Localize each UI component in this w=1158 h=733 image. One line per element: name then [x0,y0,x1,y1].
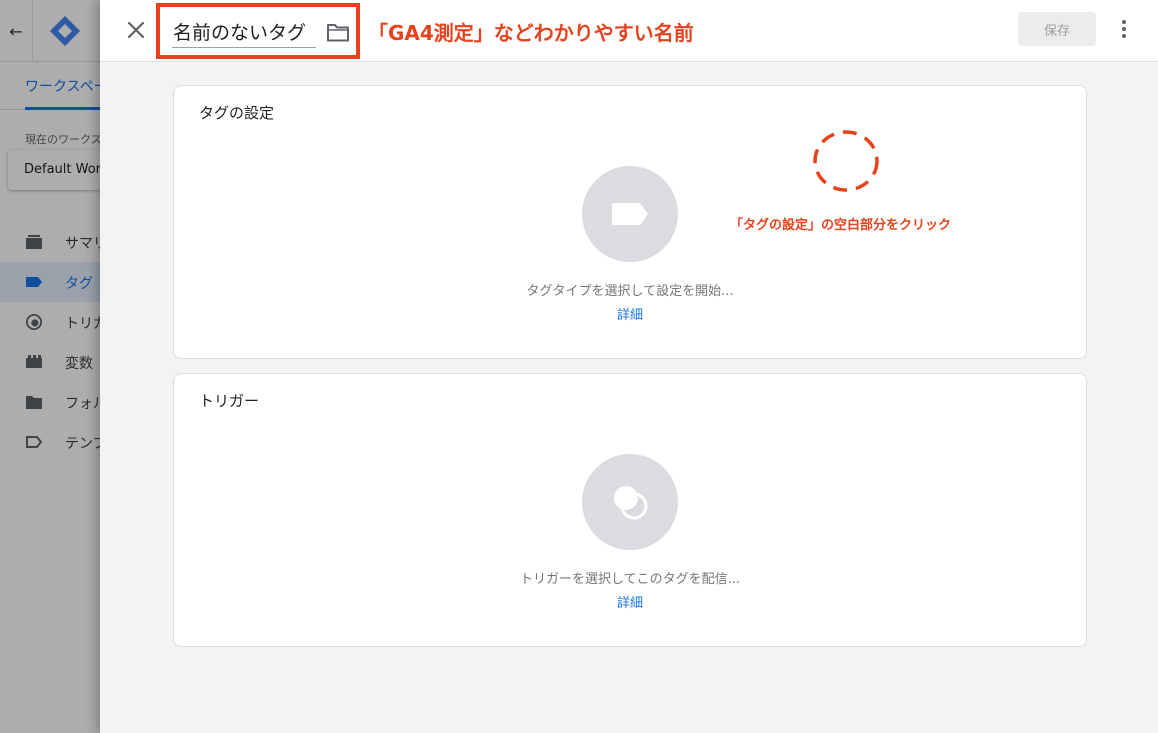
click-highlight-circle [813,130,879,192]
annotation-click-hint: 「タグの設定」の空白部分をクリック [730,218,952,233]
tag-type-button[interactable] [582,166,678,262]
trigger-card[interactable]: トリガー トリガーを選択してこのタグを配信... 詳細 [173,373,1087,647]
trigger-title: トリガー [199,392,260,410]
tag-config-title: タグの設定 [199,104,275,122]
tag-name-input[interactable]: 名前のないタグ [173,18,306,45]
more-vert-icon[interactable] [1114,16,1134,42]
close-icon[interactable] [124,18,148,42]
trigger-learn-more-link[interactable]: 詳細 [174,592,1086,611]
tag-config-learn-more-link[interactable]: 詳細 [174,304,1086,323]
tag-editor-sheet: 名前のないタグ 「GA4測定」などわかりやすい名前 保存 タグの設定 タグタイプ… [100,0,1158,733]
sheet-header: 名前のないタグ 「GA4測定」などわかりやすい名前 保存 [100,0,1158,62]
tag-icon [612,203,648,225]
annotation-name-hint: 「GA4測定」などわかりやすい名前 [368,21,694,45]
tag-name-highlight: 名前のないタグ [156,3,360,59]
save-button[interactable]: 保存 [1018,12,1096,46]
trigger-prompt: トリガーを選択してこのタグを配信... [519,572,740,587]
trigger-icon [614,486,648,520]
folder-icon[interactable] [326,21,350,43]
tag-config-card[interactable]: タグの設定 タグタイプを選択して設定を開始... 詳細 「タグの設定」の空白部分… [173,85,1087,359]
tag-name-underline [172,47,316,48]
trigger-select-button[interactable] [582,454,678,550]
tag-config-prompt: タグタイプを選択して設定を開始... [526,284,734,299]
